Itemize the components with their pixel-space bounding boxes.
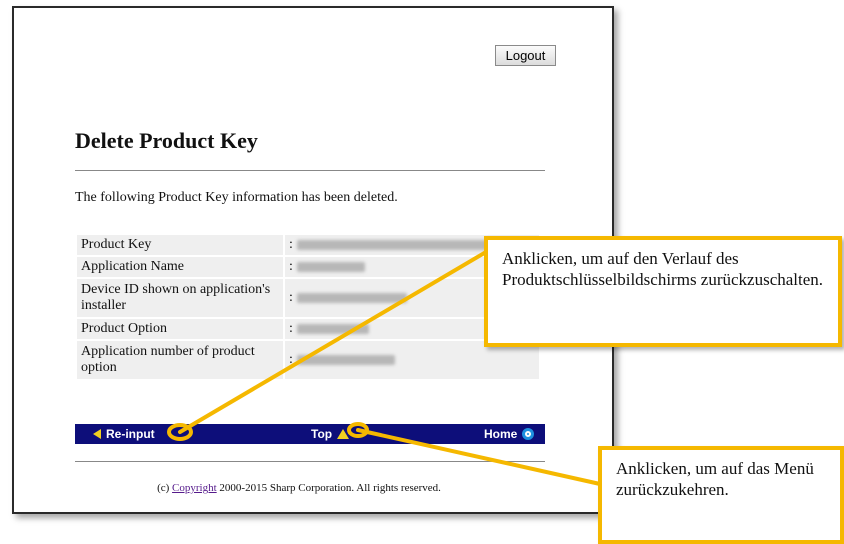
reinput-callout: Anklicken, um auf den Verlauf des Produk… [484,236,842,347]
top-callout: Anklicken, um auf das Menü zurückzukehre… [598,446,844,544]
